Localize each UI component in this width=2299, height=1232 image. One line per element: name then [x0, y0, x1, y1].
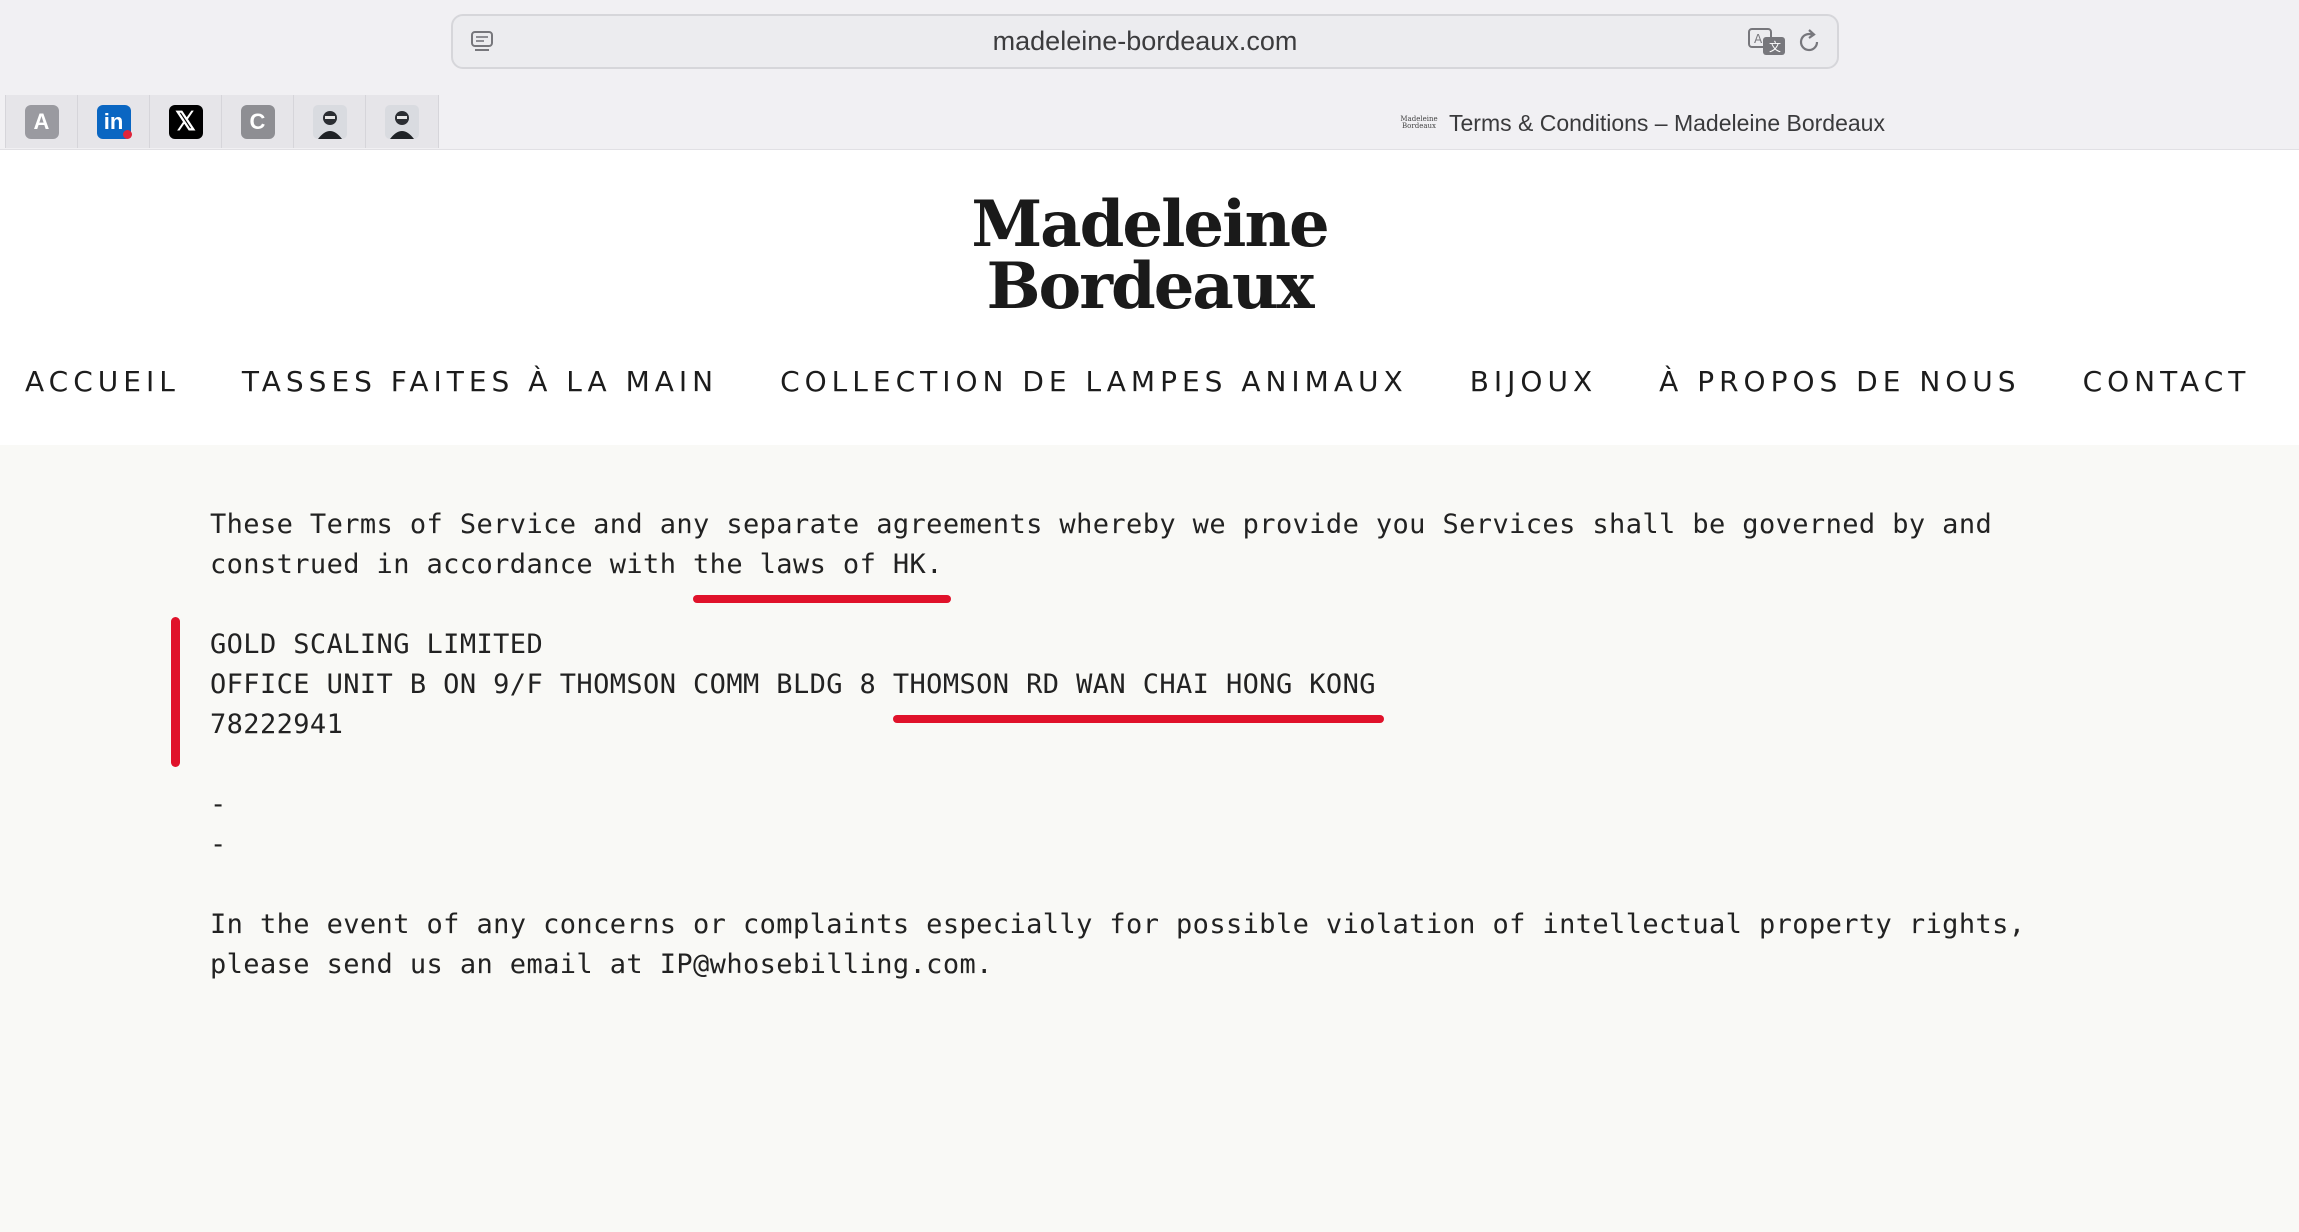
- profile-photo-icon: [312, 104, 347, 139]
- annotation-vertical-bar: [171, 617, 180, 767]
- address-bar[interactable]: madeleine-bordeaux.com A 文: [451, 14, 1839, 69]
- ip-notice-line-1: In the event of any concerns or complain…: [210, 909, 2026, 940]
- notification-dot: [123, 130, 132, 139]
- nav-item-lampes[interactable]: COLLECTION DE LAMPES ANIMAUX: [780, 362, 1408, 402]
- nav-item-a-propos[interactable]: À PROPOS DE NOUS: [1659, 362, 2020, 402]
- pinned-tab-profile-2[interactable]: [366, 95, 438, 148]
- c-letter-icon: C: [240, 104, 275, 139]
- site-header: Madeleine Bordeaux ACCUEIL TASSES FAITES…: [0, 150, 2299, 445]
- company-name: GOLD SCALING LIMITED: [210, 629, 544, 660]
- svg-text:文: 文: [1769, 39, 1781, 54]
- nav-item-bijoux[interactable]: BIJOUX: [1470, 362, 1597, 402]
- pinned-tab-c[interactable]: C: [222, 95, 294, 148]
- nav-item-tasses[interactable]: TASSES FAITES À LA MAIN: [242, 362, 718, 402]
- main-nav: ACCUEIL TASSES FAITES À LA MAIN COLLECTI…: [25, 362, 2250, 402]
- annotated-laws-of-hk: the laws of HK.: [693, 545, 951, 603]
- url-text[interactable]: madeleine-bordeaux.com: [453, 16, 1837, 67]
- address-prefix: OFFICE UNIT B ON 9/F THOMSON COMM BLDG 8: [210, 669, 893, 700]
- ip-notice-line-2: please send us an email at IP@whosebilli…: [210, 949, 993, 980]
- x-twitter-icon: 𝕏: [168, 104, 203, 139]
- logo-line-1: Madeleine: [971, 187, 1329, 262]
- reload-icon[interactable]: [1795, 28, 1823, 56]
- tab-title: Terms & Conditions – Madeleine Bordeaux: [1449, 109, 1885, 136]
- annotated-address: THOMSON RD WAN CHAI HONG KONG: [892, 665, 1384, 723]
- governing-law-line-2: construed in accordance with the laws of…: [210, 545, 2110, 603]
- nav-item-contact[interactable]: CONTACT: [2083, 362, 2251, 402]
- governing-law-line-1: These Terms of Service and any separate …: [210, 509, 1993, 540]
- a-letter-icon: A: [24, 104, 59, 139]
- site-logo[interactable]: Madeleine Bordeaux: [0, 187, 2299, 324]
- pinned-tab-a[interactable]: A: [6, 95, 78, 148]
- active-tab[interactable]: Madeleine Bordeaux Terms & Conditions – …: [1400, 108, 1885, 138]
- profile-photo-icon: [385, 104, 419, 139]
- nav-item-accueil[interactable]: ACCUEIL: [25, 362, 180, 402]
- translate-icon[interactable]: A 文: [1747, 27, 1787, 57]
- pinned-tab-linkedin[interactable]: in: [78, 95, 150, 148]
- company-address: OFFICE UNIT B ON 9/F THOMSON COMM BLDG 8…: [210, 665, 2110, 723]
- logo-line-2: Bordeaux: [986, 249, 1314, 324]
- terms-content: These Terms of Service and any separate …: [210, 505, 2110, 985]
- favicon-line-2: Bordeaux: [1402, 122, 1436, 130]
- company-number: 78222941: [210, 709, 344, 740]
- site-favicon-icon: Madeleine Bordeaux: [1400, 114, 1437, 132]
- browser-chrome: madeleine-bordeaux.com A 文 A in 𝕏 C Made…: [0, 0, 2299, 150]
- governing-law-prefix: construed in accordance with: [210, 549, 694, 580]
- dash-line-2: -: [210, 829, 227, 860]
- pinned-tabs: A in 𝕏 C: [5, 95, 439, 148]
- dash-line-1: -: [210, 789, 227, 820]
- pinned-tab-profile-1[interactable]: [294, 95, 366, 148]
- svg-text:A: A: [1754, 32, 1763, 46]
- pinned-tab-x[interactable]: 𝕏: [150, 95, 222, 148]
